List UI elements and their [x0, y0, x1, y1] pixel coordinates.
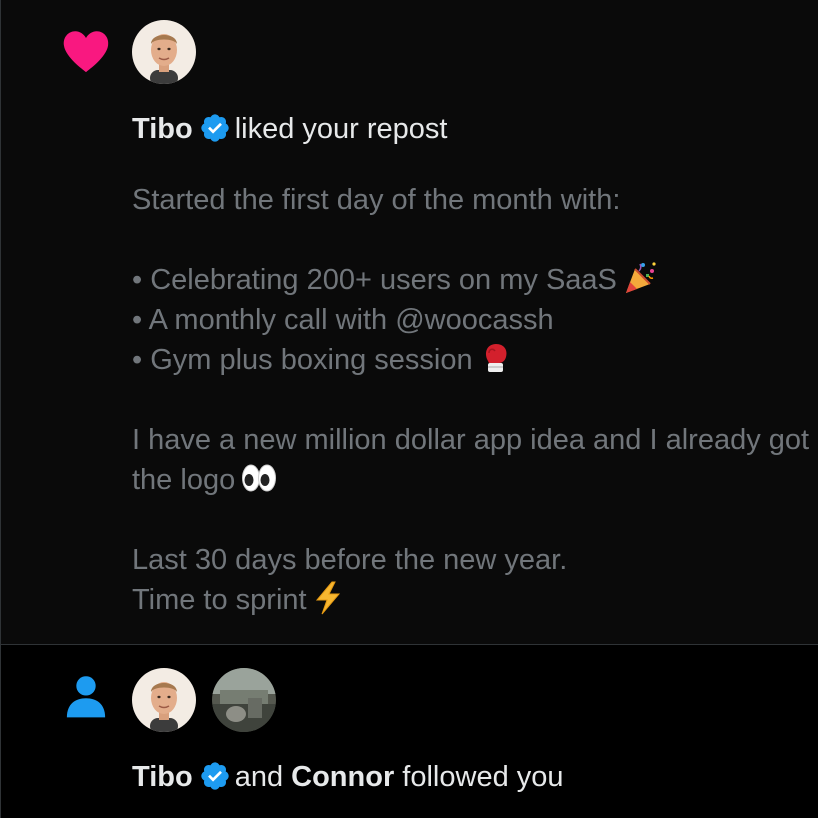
- avatar-tibo[interactable]: [132, 20, 196, 84]
- notification-follow[interactable]: Tibo and Connor followed you: [0, 645, 818, 818]
- post-bullet-text: • Gym plus boxing session: [132, 344, 473, 376]
- avatar-tibo-image: [132, 20, 196, 84]
- conjunction-text: and: [234, 761, 284, 793]
- post-line-text: the logo: [132, 464, 236, 496]
- post-line: Started the first day of the month with:: [132, 184, 621, 216]
- verified-badge-icon: [201, 114, 229, 142]
- avatar-connor-image: [212, 668, 276, 732]
- avatar-connor[interactable]: [212, 668, 276, 732]
- avatar-tibo[interactable]: [132, 668, 196, 732]
- actor-name[interactable]: Tibo: [132, 113, 193, 145]
- like-action-text: liked your repost: [234, 113, 448, 145]
- follow-action-text: followed you: [402, 761, 564, 793]
- notification-like[interactable]: Tibo liked your repost Started the first …: [0, 0, 818, 645]
- post-line: the logo: [132, 460, 818, 500]
- eyes-emoji-icon: [242, 464, 277, 492]
- reposted-post-text[interactable]: Started the first day of the month with:…: [132, 180, 818, 620]
- avatar-tibo-image: [132, 668, 196, 732]
- follow-headline: Tibo and Connor followed you: [132, 759, 564, 795]
- post-line-text: Time to sprint: [132, 584, 307, 616]
- actor-name[interactable]: Connor: [291, 761, 394, 793]
- actor-name[interactable]: Tibo: [132, 761, 193, 793]
- party-popper-emoji-icon: [625, 262, 656, 293]
- post-bullet-text: • Celebrating 200+ users on my SaaS: [132, 264, 617, 296]
- verified-badge-icon: [201, 762, 229, 790]
- post-bullet: • A monthly call with @woocassh: [132, 304, 554, 336]
- person-icon: [66, 676, 106, 718]
- high-voltage-emoji-icon: [315, 581, 340, 615]
- boxing-glove-emoji-icon: [485, 344, 507, 372]
- post-line: I have a new million dollar app idea and…: [132, 424, 810, 456]
- post-bullet: • Celebrating 200+ users on my SaaS: [132, 260, 818, 300]
- post-line: Time to sprint: [132, 580, 818, 620]
- post-bullet: • Gym plus boxing session: [132, 340, 818, 380]
- heart-icon: [63, 31, 109, 73]
- post-line: Last 30 days before the new year.: [132, 544, 568, 576]
- like-headline: Tibo liked your repost: [132, 111, 447, 147]
